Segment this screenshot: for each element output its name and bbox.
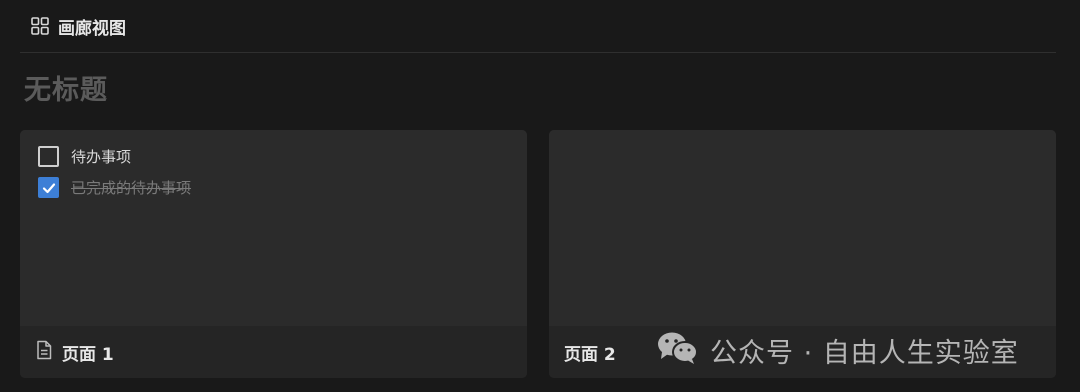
checkmark-icon (42, 182, 55, 193)
todo-checkbox-checked[interactable] (38, 177, 59, 198)
gallery-view-page: 画廊视图 无标题 待办事项 已完成的待办事项 页面 1 页面 2 公众号 · 自… (0, 0, 1080, 392)
card-title: 页面 2 (564, 344, 616, 365)
todo-checkbox[interactable] (38, 146, 59, 167)
card-title: 页面 1 (62, 344, 114, 365)
todo-item: 已完成的待办事项 (38, 177, 191, 198)
wechat-icon (656, 330, 700, 370)
document-icon (35, 340, 53, 364)
gallery-view-tab[interactable]: 画廊视图 (30, 14, 126, 39)
view-header: 画廊视图 (20, 0, 1056, 53)
watermark-text: 公众号 · 自由人生实验室 (710, 337, 1019, 369)
view-tab-label: 画廊视图 (58, 18, 126, 39)
todo-label: 待办事项 (71, 148, 132, 166)
todo-label: 已完成的待办事项 (71, 179, 192, 197)
todo-item: 待办事项 (38, 146, 131, 167)
gallery-card-page-1[interactable]: 待办事项 已完成的待办事项 页面 1 (20, 130, 527, 378)
card-preview: 待办事项 已完成的待办事项 (20, 130, 527, 326)
card-footer: 页面 1 (20, 326, 527, 378)
watermark: 公众号 · 自由人生实验室 (656, 330, 1019, 370)
database-title[interactable]: 无标题 (24, 68, 108, 107)
card-preview (549, 130, 1056, 326)
gallery-grid-icon (30, 16, 50, 36)
